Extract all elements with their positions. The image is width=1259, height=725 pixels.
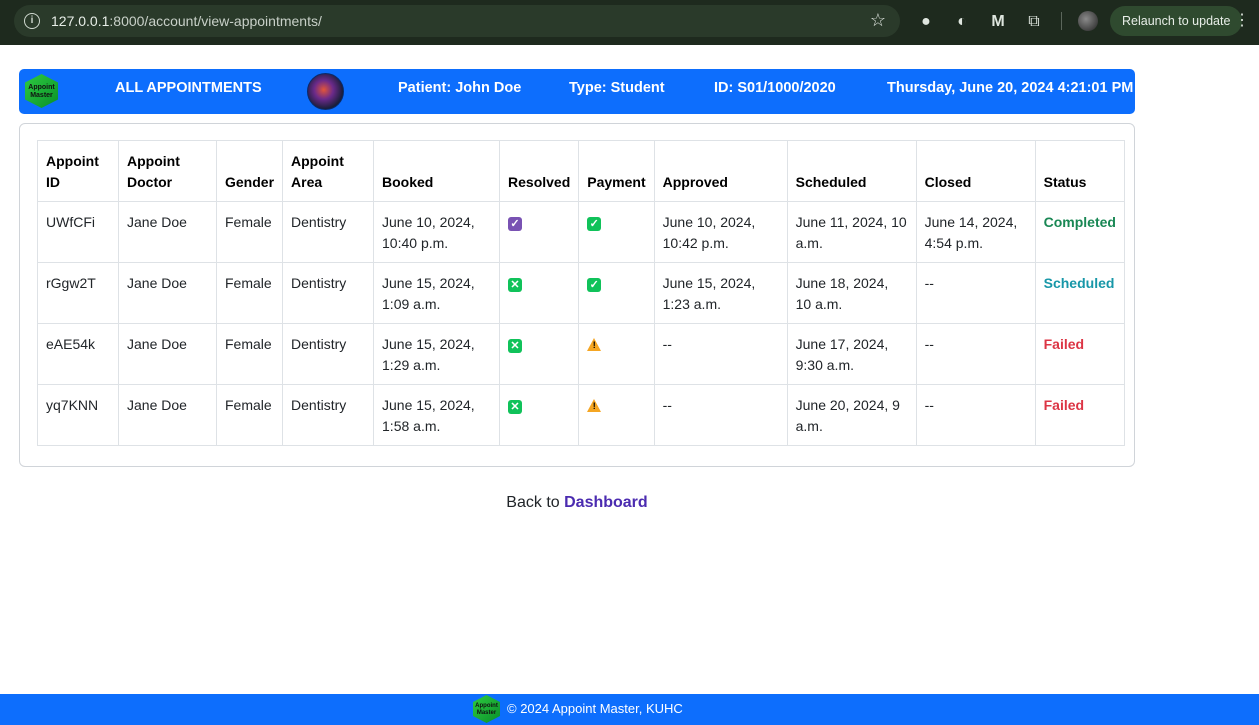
cell-closed: --	[915, 262, 1036, 324]
cell-scheduled: June 20, 2024, 9 a.m.	[786, 384, 917, 446]
col-header-payment: Payment	[578, 140, 655, 202]
cell-payment: ✓	[578, 262, 655, 324]
cell-area: Dentistry	[282, 323, 375, 385]
cell-doctor: Jane Doe	[118, 262, 217, 324]
cell-booked: June 15, 2024, 1:58 a.m.	[373, 384, 501, 446]
status-badge: Failed	[1034, 323, 1125, 385]
cell-booked: June 10, 2024, 10:40 p.m.	[373, 201, 501, 263]
warning-icon: !	[587, 399, 602, 412]
bookmark-star-icon[interactable]: ☆	[870, 10, 886, 31]
col-header-closed: Closed	[915, 140, 1036, 202]
cell-id: yq7KNN	[37, 384, 119, 446]
back-to-dashboard: Back to Dashboard	[0, 494, 1154, 512]
cross-icon: ✕	[508, 400, 523, 414]
table-row: rGgw2T Jane Doe Female Dentistry June 15…	[37, 262, 1125, 324]
current-datetime: Thursday, June 20, 2024 4:21:01 PM	[887, 80, 1134, 96]
footer-logo: Appoint Master	[473, 695, 500, 723]
table-row: yq7KNN Jane Doe Female Dentistry June 15…	[37, 384, 1125, 446]
page-title: ALL APPOINTMENTS	[115, 80, 262, 96]
app-header: Appoint Master ALL APPOINTMENTS Patient:…	[19, 69, 1135, 114]
col-header-status: Status	[1034, 140, 1125, 202]
table-row: eAE54k Jane Doe Female Dentistry June 15…	[37, 323, 1125, 385]
table-header-row: Appoint ID Appoint Doctor Gender Appoint…	[37, 140, 1125, 202]
cell-doctor: Jane Doe	[118, 323, 217, 385]
cell-resolved: ✕	[499, 262, 580, 324]
url-text[interactable]: 127.0.0.1:8000/account/view-appointments…	[51, 13, 322, 29]
cross-icon: ✕	[508, 278, 523, 292]
check-icon: ✓	[587, 217, 602, 231]
relaunch-button[interactable]: Relaunch to update	[1110, 6, 1242, 36]
extensions-puzzle-icon[interactable]: ⧉	[1024, 12, 1044, 32]
extension-color-icon[interactable]: ◐	[952, 12, 972, 32]
cell-payment: !	[578, 384, 655, 446]
back-prefix: Back to	[506, 494, 560, 511]
cell-id: eAE54k	[37, 323, 119, 385]
warning-icon: !	[587, 338, 602, 351]
patient-type: Type: Student	[569, 80, 665, 96]
col-header-scheduled: Scheduled	[786, 140, 917, 202]
cell-resolved: ✕	[499, 323, 580, 385]
cell-gender: Female	[215, 201, 284, 263]
cell-booked: June 15, 2024, 1:09 a.m.	[373, 262, 501, 324]
status-badge: Completed	[1034, 201, 1125, 263]
profile-avatar-icon[interactable]	[1078, 11, 1098, 31]
col-header-booked: Booked	[373, 140, 501, 202]
cell-closed: June 14, 2024, 4:54 p.m.	[915, 201, 1036, 263]
cell-gender: Female	[215, 384, 284, 446]
cell-gender: Female	[215, 323, 284, 385]
cell-area: Dentistry	[282, 262, 375, 324]
cell-area: Dentistry	[282, 201, 375, 263]
cell-id: UWfCFi	[37, 201, 119, 263]
cell-approved: --	[653, 323, 788, 385]
cell-booked: June 15, 2024, 1:29 a.m.	[373, 323, 501, 385]
check-icon: ✓	[587, 278, 602, 292]
page-footer: Appoint Master © 2024 Appoint Master, KU…	[0, 694, 1259, 725]
col-header-area: Appoint Area	[282, 140, 375, 202]
cell-payment: !	[578, 323, 655, 385]
col-header-resolved: Resolved	[499, 140, 580, 202]
browser-toolbar: i 127.0.0.1:8000/account/view-appointmen…	[0, 0, 1259, 45]
table-row: UWfCFi Jane Doe Female Dentistry June 10…	[37, 201, 1125, 263]
cell-area: Dentistry	[282, 384, 375, 446]
dashboard-link[interactable]: Dashboard	[564, 494, 648, 511]
cell-scheduled: June 11, 2024, 10 a.m.	[786, 201, 917, 263]
cell-scheduled: June 18, 2024, 10 a.m.	[786, 262, 917, 324]
extension-m-icon[interactable]: M	[988, 12, 1008, 32]
cell-approved: June 15, 2024, 1:23 a.m.	[653, 262, 788, 324]
address-bar[interactable]: i 127.0.0.1:8000/account/view-appointmen…	[14, 5, 900, 37]
cell-payment: ✓	[578, 201, 655, 263]
appointments-table: Appoint ID Appoint Doctor Gender Appoint…	[37, 140, 1125, 446]
patient-name: Patient: John Doe	[398, 80, 522, 96]
cell-id: rGgw2T	[37, 262, 119, 324]
col-header-id: Appoint ID	[37, 140, 119, 202]
cell-closed: --	[915, 384, 1036, 446]
site-info-icon[interactable]: i	[24, 13, 40, 29]
footer-copyright: © 2024 Appoint Master, KUHC	[507, 701, 683, 716]
patient-id: ID: S01/1000/2020	[714, 80, 836, 96]
cell-gender: Female	[215, 262, 284, 324]
cell-doctor: Jane Doe	[118, 384, 217, 446]
check-icon: ✓	[508, 217, 523, 231]
cell-approved: --	[653, 384, 788, 446]
app-logo[interactable]: Appoint Master	[25, 74, 58, 108]
more-menu-icon[interactable]: ⋮	[1234, 10, 1250, 30]
appointments-card: Appoint ID Appoint Doctor Gender Appoint…	[19, 123, 1135, 467]
extension-ghost-icon[interactable]: ●	[916, 12, 936, 32]
col-header-doctor: Appoint Doctor	[118, 140, 217, 202]
cell-doctor: Jane Doe	[118, 201, 217, 263]
col-header-gender: Gender	[215, 140, 284, 202]
col-header-approved: Approved	[653, 140, 788, 202]
status-badge: Scheduled	[1034, 262, 1125, 324]
toolbar-divider	[1061, 12, 1062, 30]
cell-closed: --	[915, 323, 1036, 385]
status-badge: Failed	[1034, 384, 1125, 446]
cell-approved: June 10, 2024, 10:42 p.m.	[653, 201, 788, 263]
cell-scheduled: June 17, 2024, 9:30 a.m.	[786, 323, 917, 385]
cross-icon: ✕	[508, 339, 523, 353]
user-avatar[interactable]	[307, 73, 344, 110]
cell-resolved: ✕	[499, 384, 580, 446]
cell-resolved: ✓	[499, 201, 580, 263]
